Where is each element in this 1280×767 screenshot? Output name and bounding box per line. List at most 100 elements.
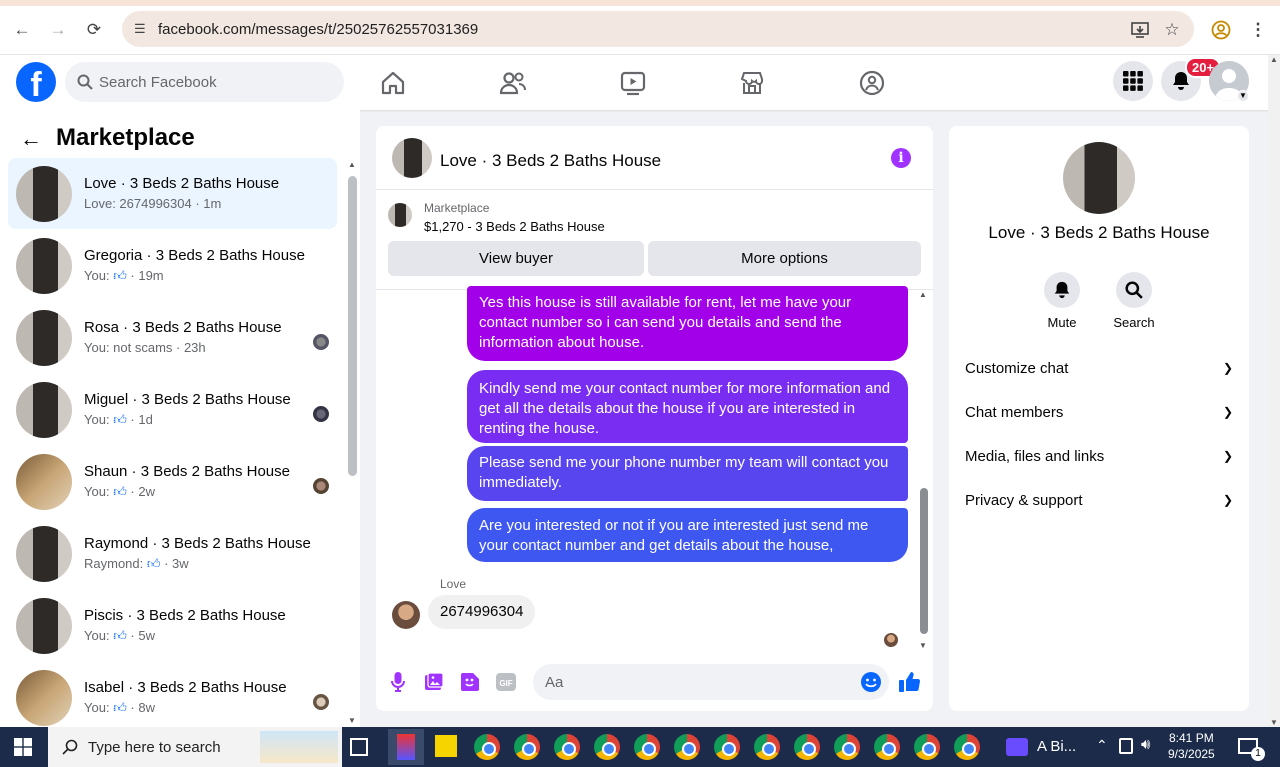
sticky-notes-icon[interactable]: [435, 735, 457, 757]
back-arrow-icon[interactable]: ←: [20, 126, 42, 152]
outgoing-message[interactable]: Please send me your phone number my team…: [467, 446, 908, 501]
facebook-logo[interactable]: f: [16, 62, 56, 102]
preview-prefix: You:: [84, 700, 110, 715]
thumbs-up-icon: 👍︎: [113, 628, 127, 643]
sticker-icon[interactable]: [458, 670, 482, 694]
scroll-up-icon[interactable]: ▲: [348, 160, 356, 169]
chrome-icon[interactable]: [914, 734, 940, 760]
clock[interactable]: 8:41 PM 9/3/2025: [1168, 730, 1215, 762]
app-icon-active[interactable]: [388, 729, 424, 765]
chrome-icon[interactable]: [514, 734, 540, 760]
chrome-icon[interactable]: [954, 734, 980, 760]
watch-tab[interactable]: [603, 55, 663, 110]
microphone-icon[interactable]: [386, 670, 410, 694]
conversation-item[interactable]: Gregoria · 3 Beds 2 Baths House You: 👍︎ …: [8, 230, 337, 301]
messages-scrollbar[interactable]: ▲ ▼: [917, 290, 931, 650]
scroll-up-icon[interactable]: ▲: [919, 290, 927, 299]
taskbar-search-input[interactable]: [88, 738, 268, 756]
battery-icon[interactable]: [1119, 738, 1133, 754]
forward-icon[interactable]: →: [46, 18, 70, 42]
chat-members-section[interactable]: Chat members ❯: [965, 402, 1233, 422]
scroll-down-icon[interactable]: ▼: [1270, 718, 1278, 727]
chevron-down-icon[interactable]: ▼: [1237, 90, 1249, 102]
task-view-icon[interactable]: [350, 738, 368, 756]
back-icon[interactable]: ←: [10, 18, 34, 42]
chat-title[interactable]: Love · 3 Beds 2 Baths House: [440, 151, 661, 171]
page-scrollbar[interactable]: ▲ ▼: [1268, 55, 1280, 727]
chrome-icon[interactable]: [794, 734, 820, 760]
home-tab[interactable]: [363, 55, 423, 110]
outgoing-message[interactable]: Yes this house is still available for re…: [467, 286, 908, 361]
scroll-down-icon[interactable]: ▼: [348, 716, 356, 725]
marketplace-tab[interactable]: [722, 55, 782, 110]
preview-time: · 3w: [164, 556, 189, 571]
conversation-item[interactable]: Love · 3 Beds 2 Baths House Love: 267499…: [8, 158, 337, 229]
chevron-up-icon[interactable]: ⌃: [1096, 737, 1108, 754]
mute-button[interactable]: Mute: [1032, 272, 1092, 330]
media-app-icon[interactable]: [1006, 738, 1028, 756]
conversation-item[interactable]: Isabel · 3 Beds 2 Baths House You: 👍︎ · …: [8, 662, 337, 733]
conversations-scrollbar[interactable]: ▲ ▼: [348, 160, 357, 727]
info-icon[interactable]: i: [891, 148, 911, 168]
thumbs-up-send-icon[interactable]: [898, 670, 922, 694]
conversation-preview: You: 👍︎ · 1d: [84, 412, 153, 428]
conversation-item[interactable]: Raymond · 3 Beds 2 Baths House Raymond: …: [8, 518, 337, 589]
gif-icon[interactable]: GIF: [494, 670, 518, 694]
scrollbar-thumb[interactable]: [348, 176, 357, 476]
chat-avatar[interactable]: [392, 138, 432, 178]
groups-tab[interactable]: [842, 55, 902, 110]
address-bar[interactable]: ☰ facebook.com/messages/t/25025762557031…: [122, 11, 1194, 47]
menu-button[interactable]: [1113, 61, 1153, 101]
friends-tab[interactable]: [483, 55, 543, 110]
preview-time: · 1d: [130, 412, 153, 427]
conversation-item[interactable]: Shaun · 3 Beds 2 Baths House You: 👍︎ · 2…: [8, 446, 337, 517]
volume-icon[interactable]: 🔊︎: [1141, 736, 1150, 753]
chrome-icon[interactable]: [754, 734, 780, 760]
facebook-search[interactable]: [65, 62, 344, 102]
privacy-support-section[interactable]: Privacy & support ❯: [965, 490, 1233, 510]
more-options-button[interactable]: More options: [648, 241, 921, 276]
conversation-avatar[interactable]: [1063, 142, 1135, 214]
outgoing-message[interactable]: Kindly send me your contact number for m…: [467, 370, 908, 443]
media-app-label[interactable]: A Bi...: [1037, 738, 1076, 755]
view-buyer-button[interactable]: View buyer: [388, 241, 644, 276]
conversation-item[interactable]: Piscis · 3 Beds 2 Baths House You: 👍︎ · …: [8, 590, 337, 661]
taskbar-search[interactable]: [48, 727, 342, 767]
url-text[interactable]: facebook.com/messages/t/2502576255703136…: [158, 21, 478, 38]
conversation-item[interactable]: Miguel · 3 Beds 2 Baths House You: 👍︎ · …: [8, 374, 337, 445]
search-input[interactable]: [99, 73, 319, 91]
customize-chat-section[interactable]: Customize chat ❯: [965, 358, 1233, 378]
seen-avatar: [884, 633, 898, 647]
browser-menu-icon[interactable]: ⋮: [1246, 18, 1270, 42]
conversation-item[interactable]: Rosa · 3 Beds 2 Baths House You: not sca…: [8, 302, 337, 373]
chrome-icon[interactable]: [474, 734, 500, 760]
chrome-icon[interactable]: [594, 734, 620, 760]
site-settings-icon[interactable]: ☰: [134, 21, 156, 37]
grid-menu-icon: [1123, 71, 1143, 91]
chrome-icon[interactable]: [834, 734, 860, 760]
message-input[interactable]: [533, 664, 889, 700]
conversation-name: Isabel · 3 Beds 2 Baths House: [84, 679, 287, 696]
chrome-icon[interactable]: [674, 734, 700, 760]
profile-icon[interactable]: [1209, 18, 1233, 42]
chrome-icon[interactable]: [554, 734, 580, 760]
reload-icon[interactable]: ⟳: [82, 18, 106, 42]
windows-start-icon[interactable]: [14, 738, 32, 761]
listing-price-title[interactable]: $1,270 - 3 Beds 2 Baths House: [424, 219, 605, 234]
media-files-links-section[interactable]: Media, files and links ❯: [965, 446, 1233, 466]
bookmark-star-icon[interactable]: ☆: [1160, 18, 1184, 42]
scroll-down-icon[interactable]: ▼: [919, 641, 927, 650]
search-conversation-button[interactable]: Search: [1104, 272, 1164, 330]
chrome-icon[interactable]: [634, 734, 660, 760]
install-app-icon[interactable]: [1128, 18, 1152, 42]
section-label: Chat members: [965, 403, 1064, 421]
scroll-up-icon[interactable]: ▲: [1270, 55, 1278, 64]
photo-icon[interactable]: [422, 670, 446, 694]
emoji-icon[interactable]: [859, 670, 883, 694]
chrome-icon[interactable]: [874, 734, 900, 760]
incoming-message[interactable]: 2674996304: [428, 595, 536, 629]
sender-avatar[interactable]: [392, 601, 420, 629]
scrollbar-thumb[interactable]: [920, 488, 928, 634]
chrome-icon[interactable]: [714, 734, 740, 760]
outgoing-message[interactable]: Are you interested or not if you are int…: [467, 508, 908, 562]
